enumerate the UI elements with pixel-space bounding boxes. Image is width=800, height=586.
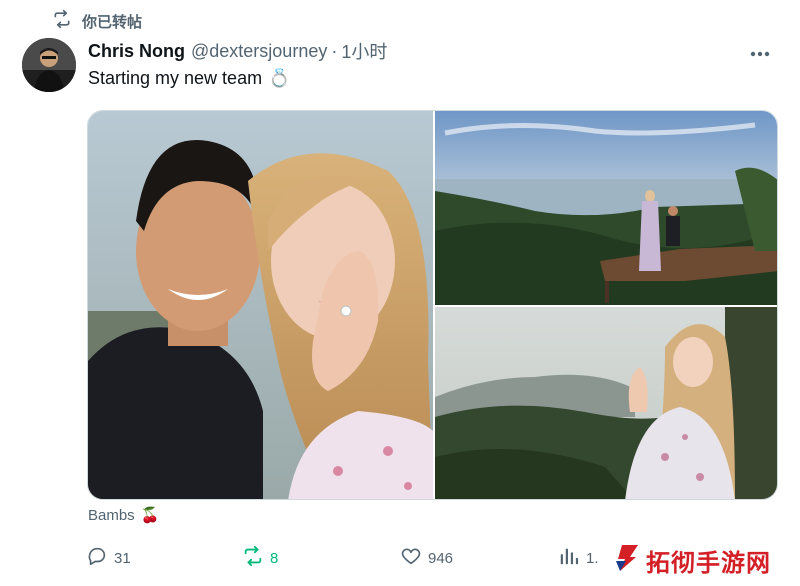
caption-text: Bambs <box>88 506 135 524</box>
views-button[interactable]: 1. <box>558 544 599 572</box>
separator-dot: · <box>331 40 338 61</box>
retweet-count: 8 <box>270 549 279 567</box>
media-grid <box>87 110 778 500</box>
retweeted-banner: 你已转帖 <box>52 9 143 33</box>
like-button[interactable]: 946 <box>400 544 453 572</box>
author-avatar[interactable] <box>22 38 76 92</box>
retweeted-label: 你已转帖 <box>82 13 143 31</box>
site-watermark: 拓彻手游网 <box>614 543 771 577</box>
watermark-logo-icon <box>614 543 640 578</box>
media-caption: Bambs 🍒 <box>88 506 160 525</box>
cherry-emoji: 🍒 <box>140 507 160 524</box>
tweet-header: Chris Nong @dextersjourney · 1小时 <box>88 38 780 64</box>
more-options-button[interactable] <box>748 40 772 62</box>
retweet-action-icon <box>242 545 264 571</box>
reply-icon <box>86 545 108 571</box>
tweet-body: Starting my new team <box>88 68 263 88</box>
author-name[interactable]: Chris Nong <box>88 41 185 62</box>
author-handle[interactable]: @dextersjourney <box>191 41 327 62</box>
photo-couple-selfie[interactable] <box>88 111 433 499</box>
heart-icon <box>400 545 422 571</box>
ring-emoji: 💍 <box>268 68 291 88</box>
retweet-button[interactable]: 8 <box>242 544 278 572</box>
like-count: 946 <box>428 549 454 567</box>
tweet-text: Starting my new team 💍 <box>88 68 291 89</box>
views-bars-icon <box>558 545 580 571</box>
reply-count: 31 <box>114 549 131 567</box>
photo-woman-ring[interactable] <box>435 307 777 499</box>
more-dots-icon <box>750 41 770 62</box>
retweet-icon <box>52 9 72 33</box>
tweet-timestamp[interactable]: 1小时 <box>341 38 387 64</box>
reply-button[interactable]: 31 <box>86 544 131 572</box>
photo-cliff-proposal[interactable] <box>435 111 777 305</box>
tweet-action-bar: 31 8 946 1. <box>86 544 646 572</box>
watermark-text: 拓彻手游网 <box>646 547 771 577</box>
views-count: 1. <box>586 549 599 567</box>
